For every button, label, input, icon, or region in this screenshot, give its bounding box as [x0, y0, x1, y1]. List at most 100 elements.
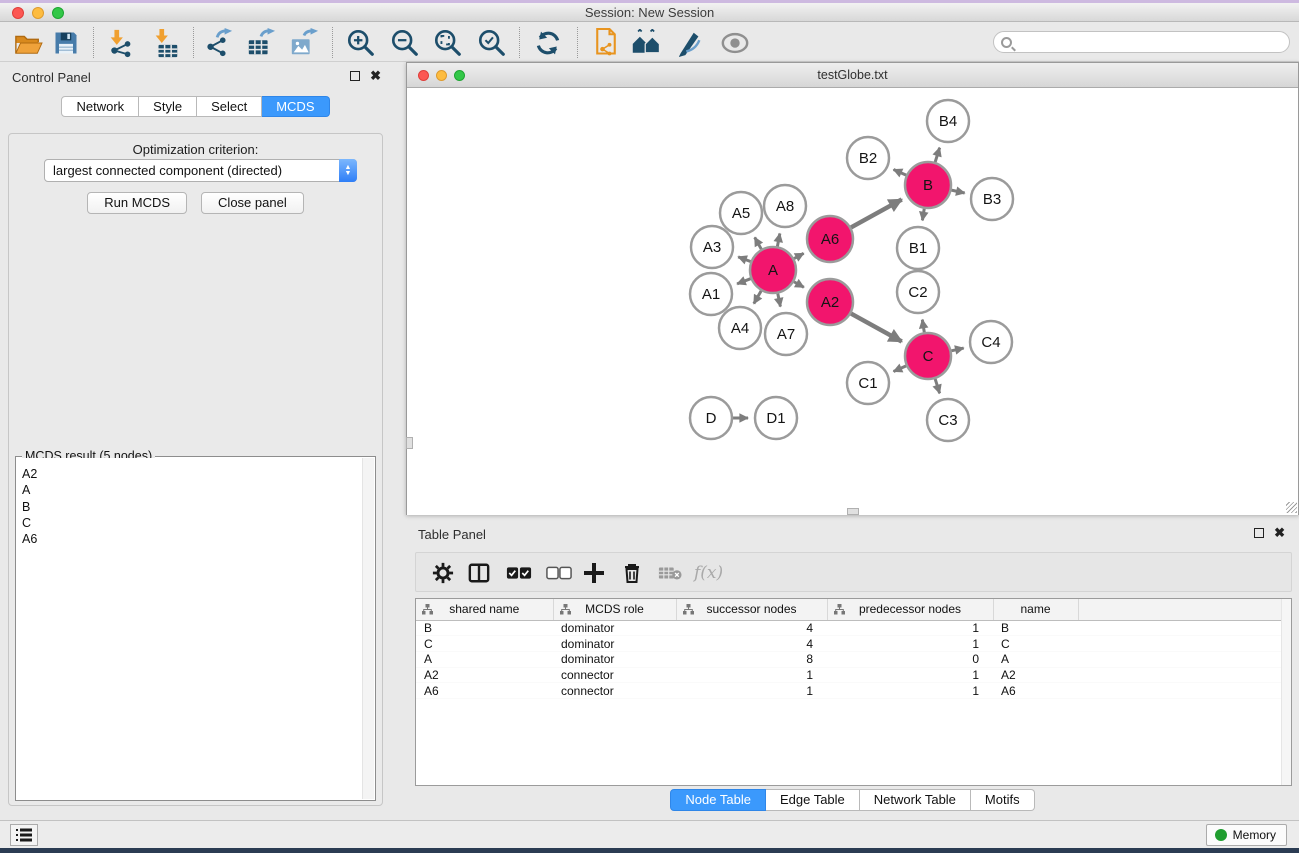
graph-edge-A-A8[interactable]: [777, 234, 779, 247]
scrollbar-handle[interactable]: [847, 508, 859, 515]
task-history-icon: [16, 828, 32, 842]
graph-edge-B-B4[interactable]: [935, 148, 939, 162]
annotation-icon[interactable]: [672, 26, 708, 60]
float-window-icon[interactable]: [350, 71, 360, 81]
graph-edge-B-B2[interactable]: [894, 169, 907, 175]
apply-layout-icon[interactable]: [530, 26, 566, 60]
column-header-successor-nodes[interactable]: successor nodes: [676, 599, 827, 620]
unselect-all-columns-icon[interactable]: [546, 559, 572, 587]
table-row[interactable]: Cdominator41C: [416, 636, 1292, 652]
zoom-window-button[interactable]: [52, 7, 64, 19]
export-image-icon[interactable]: [286, 26, 322, 60]
zoom-out-icon[interactable]: [387, 26, 423, 60]
tab-mcds[interactable]: MCDS: [262, 96, 329, 117]
task-history-button[interactable]: [10, 824, 38, 846]
graph-node-label: B: [923, 177, 933, 194]
scrollbar-handle[interactable]: [406, 437, 413, 449]
show-column-icon[interactable]: [468, 559, 490, 587]
zoom-in-icon[interactable]: [343, 26, 379, 60]
column-header-shared-name[interactable]: shared name: [416, 599, 553, 620]
mcds-result-item[interactable]: A: [17, 482, 362, 498]
export-network-icon[interactable]: [201, 26, 237, 60]
graph-edge-B-B1[interactable]: [922, 209, 924, 221]
graph-edge-B-B3[interactable]: [951, 190, 964, 193]
column-header-name[interactable]: name: [993, 599, 1078, 620]
table-row[interactable]: Adominator80A: [416, 651, 1292, 667]
graph-edge-A-A2[interactable]: [794, 282, 804, 288]
graph-edge-C-C2[interactable]: [922, 320, 924, 333]
function-builder-icon[interactable]: f(x): [694, 559, 723, 587]
status-bar: Memory: [0, 820, 1299, 848]
new-network-icon[interactable]: [588, 26, 624, 60]
table-row[interactable]: A2connector11A2: [416, 667, 1292, 683]
column-header-MCDS-role[interactable]: MCDS role: [553, 599, 676, 620]
scrollbar[interactable]: [1281, 599, 1291, 785]
table-row[interactable]: Bdominator41B: [416, 620, 1292, 636]
optimization-criterion-select[interactable]: largest connected component (directed) ▲…: [44, 159, 357, 182]
search-input[interactable]: [1016, 33, 1289, 51]
close-panel-button[interactable]: Close panel: [201, 192, 304, 214]
graph-edge-A-A1[interactable]: [737, 279, 751, 284]
graph-edge-A-A3[interactable]: [738, 257, 750, 262]
graph-edge-A-A4[interactable]: [754, 291, 761, 304]
close-icon[interactable]: ✖: [370, 70, 381, 82]
graph-edge-A-A5[interactable]: [755, 237, 762, 249]
memory-label: Memory: [1233, 828, 1276, 842]
import-network-icon[interactable]: [103, 26, 139, 60]
table-cell: dominator: [553, 620, 676, 636]
tab-edge-table[interactable]: Edge Table: [766, 789, 860, 811]
table-cell: A6: [993, 683, 1078, 699]
graph-edge-A6-B[interactable]: [851, 199, 902, 227]
tab-motifs[interactable]: Motifs: [971, 789, 1035, 811]
graph-edge-A-A7[interactable]: [778, 294, 781, 307]
minimize-window-button[interactable]: [32, 7, 44, 19]
delete-table-icon[interactable]: [658, 559, 682, 587]
table-cell: 1: [827, 620, 993, 636]
column-header-predecessor-nodes[interactable]: predecessor nodes: [827, 599, 993, 620]
mcds-result-item[interactable]: A2: [17, 466, 362, 482]
tab-style[interactable]: Style: [139, 96, 197, 117]
delete-column-icon[interactable]: [622, 559, 642, 587]
graph-node-label: B4: [939, 113, 957, 130]
show-hide-icon[interactable]: [717, 26, 753, 60]
import-table-icon[interactable]: [148, 26, 184, 60]
table-cell: 1: [676, 667, 827, 683]
graph-edge-C-C1[interactable]: [894, 366, 907, 372]
control-panel-tabs: Network Style Select MCDS: [0, 96, 391, 117]
tab-network[interactable]: Network: [61, 96, 139, 117]
save-session-icon[interactable]: [48, 26, 84, 60]
graph-edge-C-C4[interactable]: [951, 348, 963, 351]
graph-edge-C-C3[interactable]: [935, 379, 939, 393]
network-canvas[interactable]: B4B2BB3A5A8A6A3AB1A1C2A2A4A7C4CC1DD1C3: [407, 89, 1298, 515]
mcds-result-item[interactable]: C: [17, 515, 362, 531]
resize-grip-icon[interactable]: [1286, 502, 1297, 513]
run-mcds-button[interactable]: Run MCDS: [87, 192, 187, 214]
open-session-icon[interactable]: [10, 26, 46, 60]
export-table-icon[interactable]: [243, 26, 279, 60]
graph-edge-A2-C[interactable]: [851, 314, 902, 342]
float-window-icon[interactable]: [1254, 528, 1264, 538]
table-cell: 0: [827, 651, 993, 667]
close-window-button[interactable]: [418, 70, 429, 81]
graph-node-label: C4: [981, 334, 1000, 351]
select-all-columns-icon[interactable]: [506, 559, 532, 587]
graph-edge-A-A6[interactable]: [794, 253, 804, 258]
table-row[interactable]: A6connector11A6: [416, 683, 1292, 699]
scrollbar[interactable]: [362, 458, 374, 799]
tab-select[interactable]: Select: [197, 96, 262, 117]
close-icon[interactable]: ✖: [1274, 527, 1285, 539]
minimize-window-button[interactable]: [436, 70, 447, 81]
zoom-selected-icon[interactable]: [474, 26, 510, 60]
create-column-icon[interactable]: [584, 559, 604, 587]
zoom-fit-icon[interactable]: [430, 26, 466, 60]
mcds-result-item[interactable]: B: [17, 499, 362, 515]
table-options-icon[interactable]: [432, 559, 454, 587]
mcds-result-item[interactable]: A6: [17, 531, 362, 547]
first-neighbors-icon[interactable]: [629, 26, 665, 60]
tab-network-table[interactable]: Network Table: [860, 789, 971, 811]
search-field[interactable]: [993, 31, 1290, 53]
tab-node-table[interactable]: Node Table: [670, 789, 766, 811]
zoom-window-button[interactable]: [454, 70, 465, 81]
close-window-button[interactable]: [12, 7, 24, 19]
memory-button[interactable]: Memory: [1206, 824, 1287, 846]
